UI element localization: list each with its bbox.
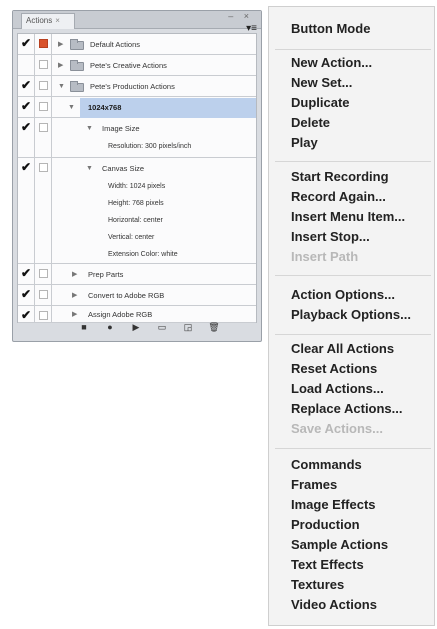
actions-panel: Actions × – × ▾≡ ✔ ▶ Default Actions ▶ Pe… — [12, 10, 262, 342]
command-label: Canvas Size — [102, 164, 145, 173]
panel-bottom-toolbar: ■ ● ▶ ▭ ◲ 🗑 — [17, 321, 257, 335]
dialog-toggle-icon[interactable] — [39, 311, 48, 320]
menu-item-reset-actions[interactable]: Reset Actions — [291, 361, 377, 377]
menu-item-text-effects[interactable]: Text Effects — [291, 557, 364, 573]
tab-close-icon[interactable]: × — [55, 16, 60, 25]
menu-item-action-options[interactable]: Action Options... — [291, 287, 395, 303]
folder-icon — [70, 81, 84, 92]
menu-item-load-actions[interactable]: Load Actions... — [291, 381, 384, 397]
toggle-checkmark-icon[interactable]: ✔ — [21, 121, 31, 133]
collapse-triangle-icon[interactable]: ▼ — [68, 104, 75, 112]
toggle-checkmark-icon[interactable]: ✔ — [21, 161, 31, 173]
action-set-label: Default Actions — [90, 40, 141, 49]
expand-triangle-icon[interactable]: ▶ — [58, 41, 63, 49]
menu-separator — [275, 275, 431, 276]
menu-item-record-again[interactable]: Record Again... — [291, 189, 386, 205]
menu-item-commands[interactable]: Commands — [291, 457, 362, 473]
collapse-triangle-icon[interactable]: ▼ — [86, 165, 93, 173]
folder-icon — [70, 60, 84, 71]
command-detail: Horizontal: center — [108, 217, 163, 224]
action-set-label: Pete's Production Actions — [90, 82, 175, 91]
record-icon[interactable]: ● — [99, 321, 121, 334]
dialog-toggle-icon[interactable] — [39, 269, 48, 278]
menu-separator — [275, 448, 431, 449]
toggle-checkmark-icon[interactable]: ✔ — [21, 100, 31, 112]
menu-item-textures[interactable]: Textures — [291, 577, 344, 593]
menu-separator — [275, 49, 431, 50]
command-row[interactable]: ✔ ▼ Canvas Size Width: 1024 pixels Heigh… — [18, 158, 256, 264]
toggle-checkmark-icon[interactable]: ✔ — [21, 288, 31, 300]
action-label: 1024x768 — [88, 103, 122, 112]
command-detail: Extension Color: white — [108, 251, 178, 258]
action-set-row[interactable]: ▶ Pete's Creative Actions — [18, 55, 256, 76]
expand-triangle-icon[interactable]: ▶ — [72, 271, 77, 279]
dialog-toggle-icon[interactable] — [39, 163, 48, 172]
dialog-toggle-icon[interactable] — [39, 39, 48, 48]
folder-icon — [70, 39, 84, 50]
menu-item-new-set[interactable]: New Set... — [291, 75, 352, 91]
action-set-label: Pete's Creative Actions — [90, 61, 167, 70]
action-row-selected[interactable]: ✔ ▼ 1024x768 — [18, 97, 256, 118]
toggle-checkmark-icon[interactable]: ✔ — [21, 267, 31, 279]
new-action-icon[interactable]: ◲ — [177, 321, 199, 334]
menu-item-start-recording[interactable]: Start Recording — [291, 169, 389, 185]
dialog-toggle-icon[interactable] — [39, 102, 48, 111]
menu-item-play[interactable]: Play — [291, 135, 318, 151]
menu-item-new-action[interactable]: New Action... — [291, 55, 372, 71]
dialog-toggle-icon[interactable] — [39, 60, 48, 69]
menu-item-frames[interactable]: Frames — [291, 477, 337, 493]
menu-item-insert-menu-item[interactable]: Insert Menu Item... — [291, 209, 405, 225]
dialog-toggle-icon[interactable] — [39, 123, 48, 132]
menu-item-insert-stop[interactable]: Insert Stop... — [291, 229, 370, 245]
menu-item-playback-options[interactable]: Playback Options... — [291, 307, 411, 323]
action-row[interactable]: ✔ ▶ Prep Parts — [18, 264, 256, 285]
menu-item-image-effects[interactable]: Image Effects — [291, 497, 376, 513]
action-set-row[interactable]: ✔ ▶ Default Actions — [18, 34, 256, 55]
action-row[interactable]: ✔ ▶ Convert to Adobe RGB — [18, 285, 256, 306]
dialog-toggle-icon[interactable] — [39, 290, 48, 299]
menu-item-sample-actions[interactable]: Sample Actions — [291, 537, 388, 553]
tab-actions[interactable]: Actions × — [21, 13, 75, 29]
actions-list: ✔ ▶ Default Actions ▶ Pete's Creative Ac… — [17, 33, 257, 323]
menu-separator — [275, 334, 431, 335]
actions-flyout-menu: Button Mode New Action... New Set... Dup… — [268, 6, 435, 626]
toggle-checkmark-icon[interactable]: ✔ — [21, 79, 31, 91]
expand-triangle-icon[interactable]: ▶ — [72, 292, 77, 300]
panel-tab-bar: Actions × – × — [13, 11, 261, 29]
action-label: Convert to Adobe RGB — [88, 291, 165, 300]
action-label: Assign Adobe RGB — [88, 310, 153, 319]
tab-label: Actions — [26, 16, 53, 25]
menu-item-insert-path: Insert Path — [291, 249, 359, 264]
menu-item-replace-actions[interactable]: Replace Actions... — [291, 401, 403, 417]
command-label: Image Size — [102, 124, 140, 133]
command-detail: Width: 1024 pixels — [108, 183, 166, 190]
menu-item-duplicate[interactable]: Duplicate — [291, 95, 350, 111]
menu-item-delete[interactable]: Delete — [291, 115, 330, 131]
menu-item-production[interactable]: Production — [291, 517, 360, 533]
stop-icon[interactable]: ■ — [73, 321, 95, 334]
new-set-icon[interactable]: ▭ — [151, 321, 173, 334]
command-detail: Resolution: 300 pixels/inch — [108, 143, 192, 150]
menu-separator — [275, 161, 431, 162]
command-row[interactable]: ✔ ▼ Image Size Resolution: 300 pixels/in… — [18, 118, 256, 158]
play-icon[interactable]: ▶ — [125, 321, 147, 334]
collapse-triangle-icon[interactable]: ▼ — [86, 125, 93, 133]
command-detail: Height: 768 pixels — [108, 200, 164, 207]
command-detail: Vertical: center — [108, 234, 155, 241]
menu-item-button-mode[interactable]: Button Mode — [291, 21, 370, 37]
toggle-checkmark-icon[interactable]: ✔ — [21, 37, 31, 49]
dialog-toggle-icon[interactable] — [39, 81, 48, 90]
action-label: Prep Parts — [88, 270, 124, 279]
window-controls[interactable]: – × — [228, 11, 253, 21]
toggle-checkmark-icon[interactable]: ✔ — [21, 309, 31, 321]
menu-item-clear-all-actions[interactable]: Clear All Actions — [291, 341, 394, 357]
menu-item-video-actions[interactable]: Video Actions — [291, 597, 377, 613]
trash-icon[interactable]: 🗑 — [203, 321, 225, 334]
action-set-row[interactable]: ✔ ▼ Pete's Production Actions — [18, 76, 256, 97]
menu-item-save-actions: Save Actions... — [291, 421, 383, 436]
expand-triangle-icon[interactable]: ▶ — [72, 311, 77, 319]
collapse-triangle-icon[interactable]: ▼ — [58, 83, 65, 91]
expand-triangle-icon[interactable]: ▶ — [58, 62, 63, 70]
